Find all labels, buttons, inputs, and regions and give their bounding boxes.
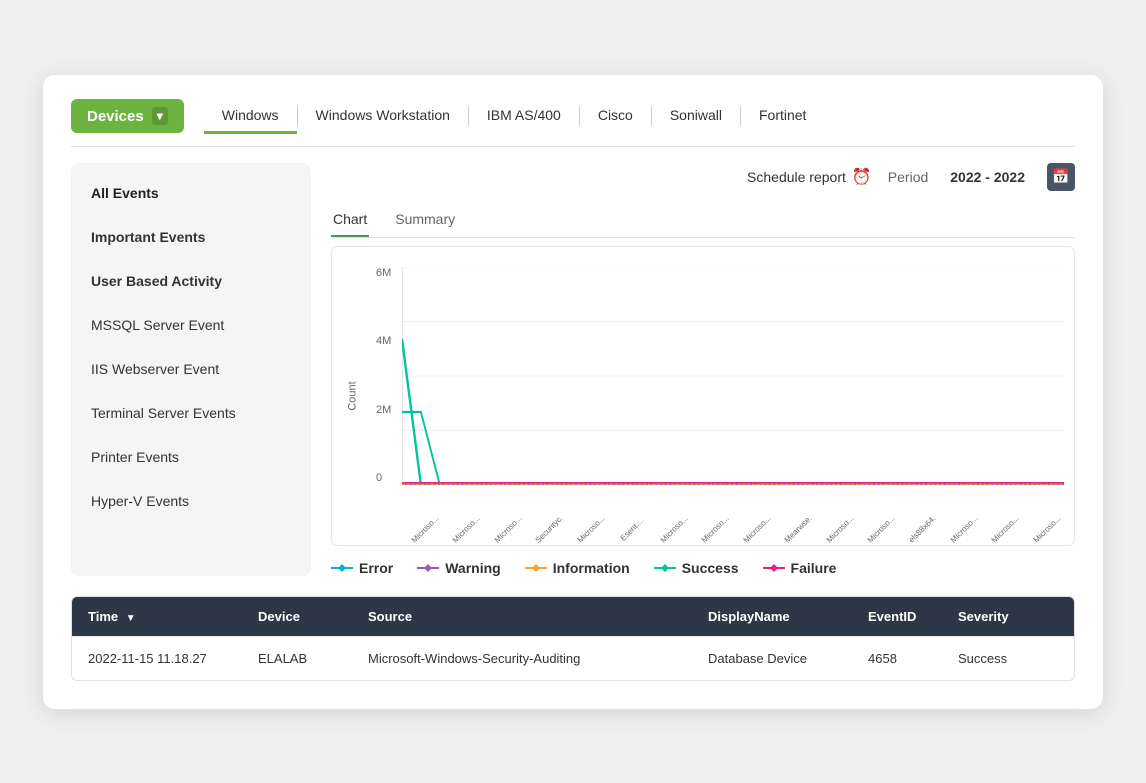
legend: Error Warning Information [331, 560, 1075, 576]
legend-success: Success [654, 560, 739, 576]
calendar-icon: 📅 [1052, 168, 1069, 185]
x-label: Microso... [864, 511, 899, 546]
td-severity: Success [958, 651, 1058, 666]
y-axis-label: Count [347, 381, 359, 410]
main-card: Devices ▾ Windows Windows Workstation IB… [43, 75, 1103, 709]
schedule-report-label: Schedule report [747, 169, 846, 185]
chart-container: Count 6M 4M 2M 0 [331, 246, 1075, 546]
x-label: Microso... [574, 511, 609, 546]
data-table: Time ▼ Device Source DisplayName EventID… [71, 596, 1075, 681]
th-eventid[interactable]: EventID [868, 609, 958, 624]
x-label: Microso... [822, 511, 857, 546]
sidebar-item-hyperv[interactable]: Hyper-V Events [71, 479, 311, 523]
information-line-icon [525, 563, 547, 573]
devices-dropdown-button[interactable]: Devices ▾ [71, 99, 184, 133]
alarm-icon: ⏰ [852, 167, 872, 187]
nav-tabs: Windows Windows Workstation IBM AS/400 C… [204, 99, 825, 134]
sidebar-item-all-events[interactable]: All Events [71, 171, 311, 215]
tab-windows-workstation[interactable]: Windows Workstation [298, 99, 468, 134]
tab-chart[interactable]: Chart [331, 203, 369, 237]
y-tick-0: 0 [376, 472, 391, 484]
content-area: Schedule report ⏰ Period 2022 - 2022 📅 C… [331, 163, 1075, 576]
failure-line-icon [763, 563, 785, 573]
legend-information-label: Information [553, 560, 630, 576]
th-severity[interactable]: Severity [958, 609, 1058, 624]
calendar-button[interactable]: 📅 [1047, 163, 1075, 191]
x-label: Microso... [1030, 511, 1065, 546]
td-source: Microsoft-Windows-Security-Auditing [368, 651, 708, 666]
td-device: ELALAB [258, 651, 368, 666]
th-device[interactable]: Device [258, 609, 368, 624]
x-label: Microso... [698, 511, 733, 546]
y-tick-2m: 2M [376, 404, 391, 416]
x-label: Microso... [988, 511, 1023, 546]
tab-summary[interactable]: Summary [393, 203, 457, 237]
tab-fortinet[interactable]: Fortinet [741, 99, 824, 134]
x-axis-labels: Microso... Microso... Microso... Securit… [402, 526, 1064, 535]
sidebar-item-important-events[interactable]: Important Events [71, 215, 311, 259]
schedule-report-button[interactable]: Schedule report ⏰ [747, 167, 872, 187]
legend-warning-label: Warning [445, 560, 500, 576]
sidebar-item-user-based-activity[interactable]: User Based Activity [71, 259, 311, 303]
schedule-row: Schedule report ⏰ Period 2022 - 2022 📅 [331, 163, 1075, 191]
legend-success-label: Success [682, 560, 739, 576]
legend-failure: Failure [763, 560, 837, 576]
sidebar-item-terminal[interactable]: Terminal Server Events [71, 391, 311, 435]
period-label: Period [888, 169, 928, 185]
x-label: Mearwse. [781, 511, 816, 546]
table-header: Time ▼ Device Source DisplayName EventID… [72, 597, 1074, 636]
legend-warning: Warning [417, 560, 500, 576]
chevron-down-icon: ▾ [152, 107, 168, 125]
main-layout: All Events Important Events User Based A… [71, 163, 1075, 576]
th-time[interactable]: Time ▼ [88, 609, 258, 624]
x-label: Microso... [408, 511, 443, 546]
x-label: Securityc. [532, 511, 567, 546]
warning-line-icon [417, 563, 439, 573]
x-label: Microso... [739, 511, 774, 546]
tab-windows[interactable]: Windows [204, 99, 297, 134]
sidebar: All Events Important Events User Based A… [71, 163, 311, 576]
x-label: els88x64. [905, 511, 940, 546]
x-label: Esent.... [615, 511, 650, 546]
tab-ibm[interactable]: IBM AS/400 [469, 99, 579, 134]
sort-icon: ▼ [126, 613, 136, 624]
legend-information: Information [525, 560, 630, 576]
x-label: Microso... [947, 511, 982, 546]
sidebar-item-mssql[interactable]: MSSQL Server Event [71, 303, 311, 347]
th-displayname[interactable]: DisplayName [708, 609, 868, 624]
top-nav: Devices ▾ Windows Windows Workstation IB… [71, 99, 1075, 147]
error-line-icon [331, 563, 353, 573]
x-label: Microso... [491, 511, 526, 546]
table-row: 2022-11-15 11.18.27 ELALAB Microsoft-Win… [72, 636, 1074, 680]
td-time: 2022-11-15 11.18.27 [88, 651, 258, 666]
legend-failure-label: Failure [791, 560, 837, 576]
sidebar-item-printer[interactable]: Printer Events [71, 435, 311, 479]
period-value: 2022 - 2022 [950, 169, 1025, 185]
y-axis-ticks: 6M 4M 2M 0 [376, 267, 391, 485]
tab-soniwall[interactable]: Soniwall [652, 99, 740, 134]
legend-error-label: Error [359, 560, 393, 576]
legend-error: Error [331, 560, 393, 576]
chart-svg [402, 267, 1064, 485]
chart-tabs: Chart Summary [331, 203, 1075, 238]
td-eventid: 4658 [868, 651, 958, 666]
tab-cisco[interactable]: Cisco [580, 99, 651, 134]
td-displayname: Database Device [708, 651, 868, 666]
devices-label: Devices [87, 108, 144, 125]
y-tick-6m: 6M [376, 267, 391, 279]
x-label: Microso... [657, 511, 692, 546]
sidebar-item-iis[interactable]: IIS Webserver Event [71, 347, 311, 391]
y-tick-4m: 4M [376, 335, 391, 347]
th-source[interactable]: Source [368, 609, 708, 624]
success-line-icon [654, 563, 676, 573]
x-label: Microso... [449, 511, 484, 546]
